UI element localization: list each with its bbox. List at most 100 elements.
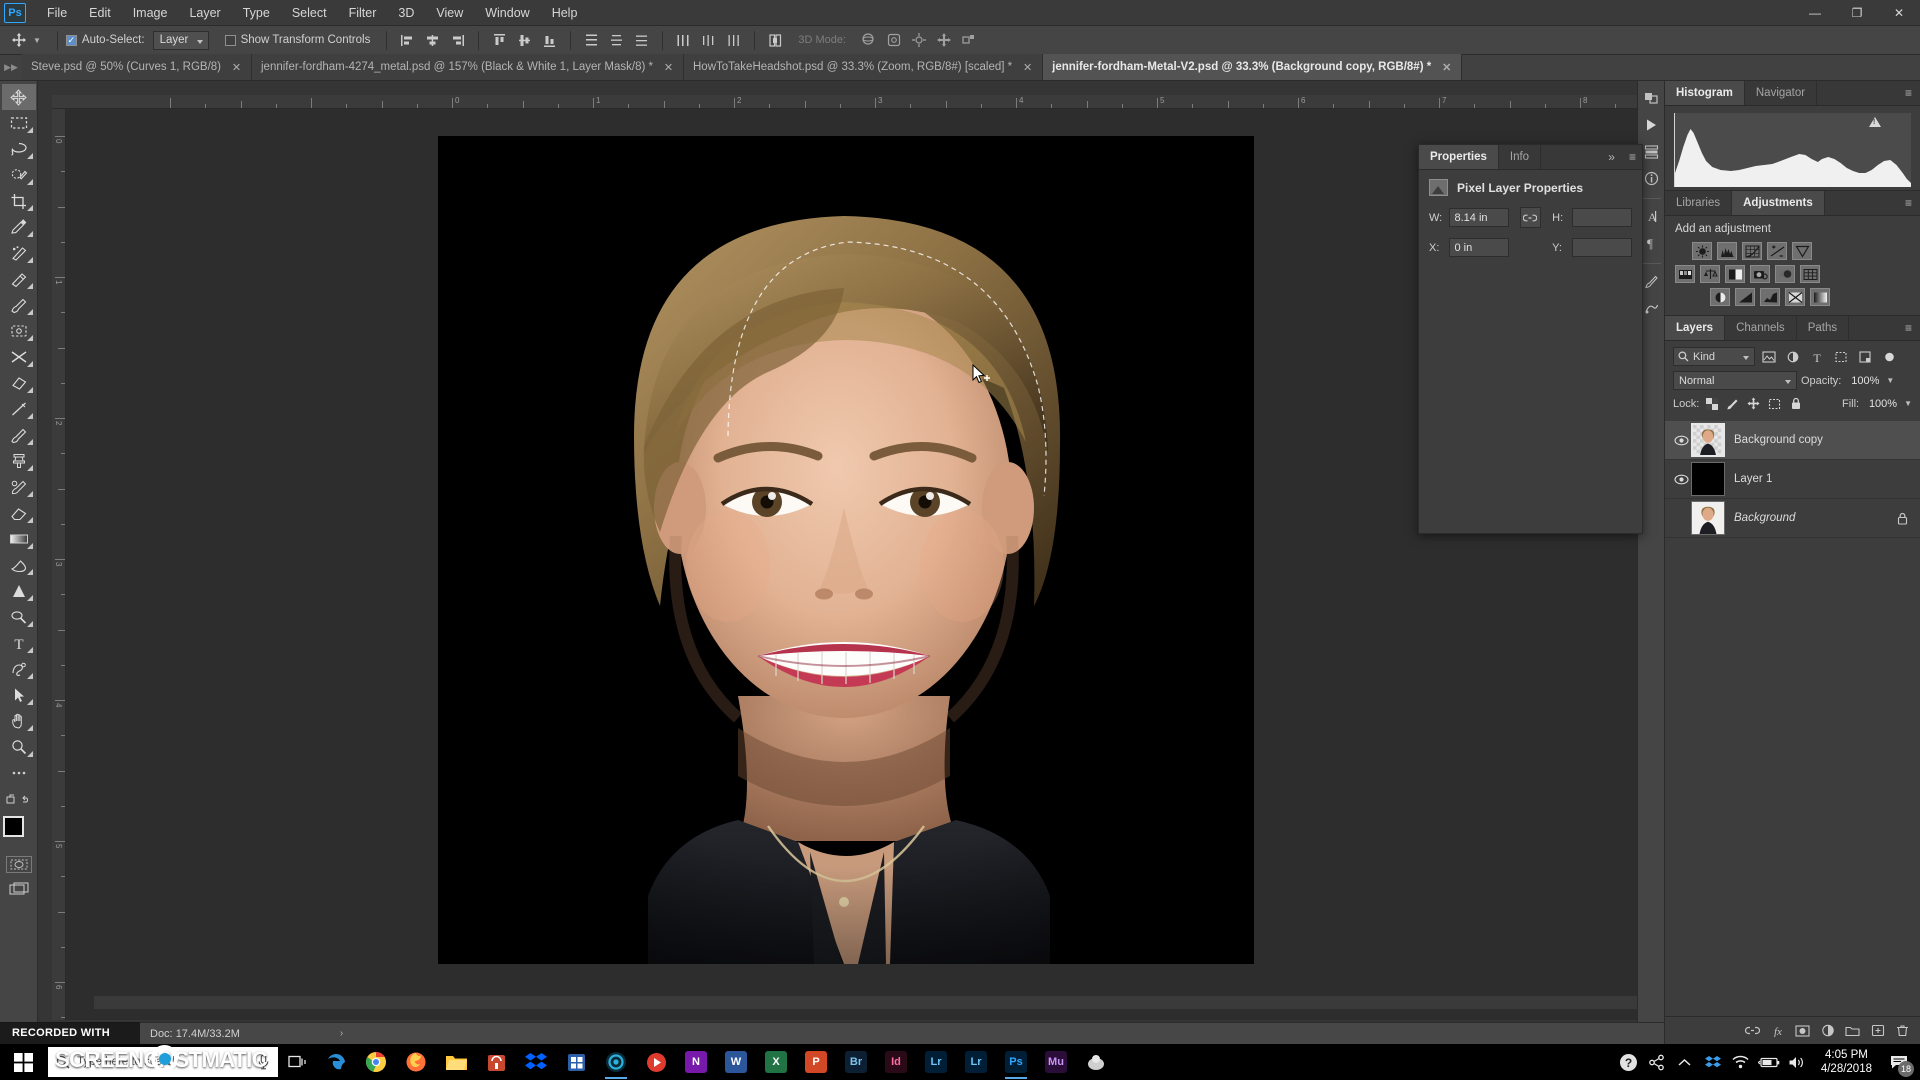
taskbar-app-powerpoint[interactable]: P — [796, 1044, 836, 1080]
adjustments-menu-icon[interactable]: ≡ — [1897, 191, 1920, 215]
speaker-icon[interactable] — [1783, 1044, 1811, 1080]
taskbar-app-circle-app[interactable] — [596, 1044, 636, 1080]
photo-filter-icon[interactable] — [1750, 265, 1770, 283]
taskbar-search-input[interactable]: Type here to search — [48, 1047, 278, 1077]
eraser-tool[interactable] — [2, 500, 36, 526]
show-transform-group[interactable]: ✓ Show Transform Controls — [224, 34, 370, 46]
taskbar-app-indesign[interactable]: Id — [876, 1044, 916, 1080]
canvas-horizontal-scrollbar[interactable] — [94, 996, 1651, 1009]
document-tab-close-icon[interactable]: ✕ — [663, 61, 674, 74]
pencil-line-tool[interactable] — [2, 396, 36, 422]
move-tool[interactable] — [1, 84, 36, 110]
image-canvas[interactable] — [438, 136, 1254, 964]
color-balance-icon[interactable] — [1700, 265, 1720, 283]
shape-filter-icon[interactable] — [1831, 347, 1851, 366]
layers-menu-icon[interactable]: ≡ — [1897, 316, 1920, 340]
tab-histogram[interactable]: Histogram — [1665, 81, 1745, 105]
healing-brush-tool[interactable] — [2, 266, 36, 292]
3d-pan-icon[interactable] — [907, 29, 930, 51]
distribute-left-edges-icon[interactable] — [672, 29, 695, 51]
menu-view[interactable]: View — [425, 2, 474, 24]
document-tab-close-icon[interactable]: ✕ — [231, 61, 242, 74]
taskbar-app-dropbox[interactable] — [516, 1044, 556, 1080]
taskbar-app-windows-app[interactable] — [556, 1044, 596, 1080]
smart-object-filter-icon[interactable] — [1855, 347, 1875, 366]
blur-tool[interactable] — [2, 552, 36, 578]
link-layers-icon[interactable] — [1741, 1019, 1764, 1042]
layer-row-layer-1[interactable]: Layer 1 — [1665, 460, 1920, 499]
distribute-top-edges-icon[interactable] — [580, 29, 603, 51]
pen-tool[interactable] — [2, 656, 36, 682]
tab-info[interactable]: Info — [1498, 145, 1542, 169]
layer-filter-kind-select[interactable]: Kind — [1673, 347, 1755, 366]
taskbar-app-lightroom[interactable]: Lr — [916, 1044, 956, 1080]
x-input[interactable]: 0 in — [1448, 238, 1509, 257]
distribute-right-edges-icon[interactable] — [722, 29, 745, 51]
eyedropper-tool[interactable] — [2, 214, 36, 240]
layer-mask-icon[interactable] — [1791, 1019, 1814, 1042]
type-filter-icon[interactable]: T — [1807, 347, 1827, 366]
taskbar-app-excel[interactable]: X — [756, 1044, 796, 1080]
gradient-map-icon[interactable] — [1810, 288, 1830, 306]
layer-thumbnail[interactable] — [1691, 501, 1725, 535]
help-circle-icon[interactable]: ? — [1615, 1044, 1643, 1080]
taskbar-app-lightroom-classic[interactable]: Lr — [956, 1044, 996, 1080]
lock-transparent-pixels-icon[interactable] — [1703, 395, 1720, 412]
opacity-value[interactable]: 100% — [1845, 375, 1879, 387]
tab-properties[interactable]: Properties — [1419, 145, 1499, 169]
pixel-filter-icon[interactable] — [1759, 347, 1779, 366]
lock-all-icon[interactable] — [1787, 395, 1804, 412]
color-swatches[interactable] — [2, 816, 35, 848]
align-vertical-centers-icon[interactable] — [513, 29, 536, 51]
taskbar-app-photoshop[interactable]: Ps — [996, 1044, 1036, 1080]
share-icon[interactable] — [1643, 1044, 1671, 1080]
menu-window[interactable]: Window — [474, 2, 540, 24]
layer-thumbnail[interactable] — [1691, 423, 1725, 457]
hand-tool[interactable] — [2, 708, 36, 734]
distribute-bottom-edges-icon[interactable] — [630, 29, 653, 51]
status-expand-arrow-icon[interactable]: › — [340, 1028, 343, 1039]
height-input[interactable] — [1571, 208, 1632, 227]
play-icon[interactable] — [1639, 112, 1664, 137]
tab-paths[interactable]: Paths — [1796, 316, 1850, 340]
microphone-icon[interactable] — [257, 1054, 270, 1070]
taskbar-app-bridge[interactable]: Br — [836, 1044, 876, 1080]
screen-mode-button[interactable] — [6, 880, 32, 897]
new-group-icon[interactable] — [1841, 1019, 1864, 1042]
layer-row-background[interactable]: Background — [1665, 499, 1920, 538]
document-tab-steve[interactable]: Steve.psd @ 50% (Curves 1, RGB/8) ✕ — [22, 54, 252, 80]
paint-brush-tool[interactable] — [2, 422, 36, 448]
brush-tool[interactable] — [2, 292, 36, 318]
taskbar-app-onenote[interactable]: N — [676, 1044, 716, 1080]
taskbar-app-file-explorer[interactable] — [436, 1044, 476, 1080]
windows-start-icon[interactable] — [0, 1044, 46, 1080]
layer-visibility-toggle[interactable] — [1671, 435, 1691, 446]
more-tools-button[interactable] — [2, 760, 36, 786]
document-tab-jennifer-fordham-4274-metal[interactable]: jennifer-fordham-4274_metal.psd @ 157% (… — [252, 54, 684, 80]
taskbar-app-screencast-omatic[interactable] — [1076, 1044, 1116, 1080]
layer-lock-icon[interactable] — [1897, 512, 1914, 525]
type-tool[interactable]: T — [2, 630, 36, 656]
tab-navigator[interactable]: Navigator — [1744, 81, 1818, 105]
notifications-icon[interactable]: 18 — [1882, 1044, 1916, 1080]
new-layer-icon[interactable] — [1866, 1019, 1889, 1042]
exposure-icon[interactable] — [1767, 242, 1787, 260]
properties-collapse-icon[interactable]: » — [1600, 145, 1623, 169]
align-left-edges-icon[interactable] — [396, 29, 419, 51]
fill-value[interactable]: 100% — [1863, 398, 1897, 410]
threshold-icon[interactable] — [1760, 288, 1780, 306]
layer-name[interactable]: Background — [1734, 512, 1795, 524]
wifi-icon[interactable] — [1727, 1044, 1755, 1080]
fill-stepper-icon[interactable]: ▼ — [1904, 399, 1912, 408]
delete-layer-icon[interactable] — [1891, 1019, 1914, 1042]
battery-charging-icon[interactable] — [1755, 1044, 1783, 1080]
3d-scale-icon[interactable] — [957, 29, 980, 51]
layer-row-background-copy[interactable]: Background copy — [1665, 421, 1920, 460]
menu-image[interactable]: Image — [122, 2, 179, 24]
layer-list[interactable]: Background copy Layer 1 Background — [1665, 421, 1920, 1016]
selective-color-icon[interactable] — [1785, 288, 1805, 306]
auto-select-group[interactable]: ✓ Auto-Select: — [65, 34, 145, 46]
auto-select-scope-select[interactable]: Layer — [152, 30, 209, 50]
y-input[interactable] — [1571, 238, 1632, 257]
auto-align-layers-icon[interactable] — [764, 29, 787, 51]
